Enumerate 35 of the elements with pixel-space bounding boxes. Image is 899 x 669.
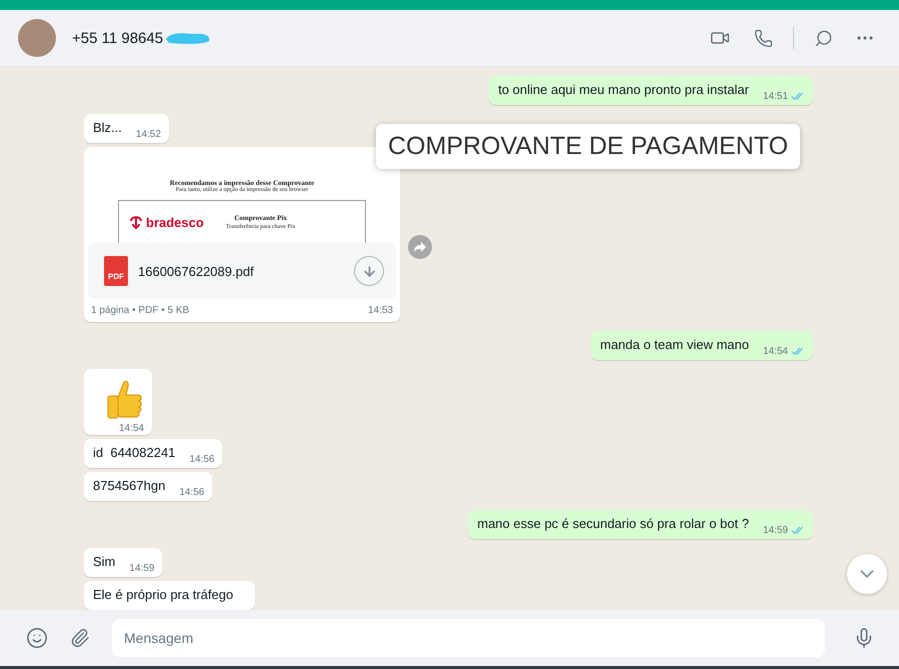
file-name: 1660067622089.pdf <box>138 264 255 278</box>
download-button[interactable] <box>354 256 384 286</box>
contact-avatar[interactable] <box>18 19 56 57</box>
smiley-icon <box>26 627 48 649</box>
paperclip-icon <box>70 628 90 648</box>
message-text: manda o team view mano <box>600 337 749 354</box>
message-time: 14:54 <box>118 423 144 434</box>
file-meta: 1 página • PDF • 5 KB <box>91 305 190 316</box>
message-input[interactable]: Mensagem <box>112 619 825 657</box>
more-icon <box>857 36 873 40</box>
message-text: Ele é próprio pra tráfego <box>93 587 234 604</box>
search-icon <box>814 28 833 48</box>
caption-label: COMPROVANTE DE PAGAMENTO <box>376 124 800 169</box>
message-text: to online aqui meu mano pronto pra instalar <box>498 82 749 99</box>
message-text: 8754567hgn <box>93 478 166 495</box>
message-text: Blz... <box>93 120 122 137</box>
message-time: 14:53 <box>368 305 393 316</box>
bank-name: bradesco <box>146 214 204 230</box>
phone-icon <box>754 28 773 48</box>
forward-arrow-icon <box>413 240 427 252</box>
bank-logo-icon <box>129 214 143 230</box>
file-type-badge: PDF <box>104 256 128 286</box>
message-text: Sim <box>93 554 116 571</box>
message-text: mano esse pc é secundario só pra rolar o bot ? <box>477 516 749 533</box>
file-bar[interactable]: PDF 1660067622089.pdf <box>88 243 396 299</box>
message-time: 14:56 <box>179 487 204 498</box>
message-time: 14:56 <box>189 454 214 465</box>
message-time: 14:59 <box>762 525 788 536</box>
message-time: 14:51 <box>762 91 788 102</box>
message-text: id 644082241 <box>93 445 176 462</box>
download-arrow-icon <box>362 264 376 278</box>
message-time: 14:59 <box>129 563 154 574</box>
message-time: 14:54 <box>762 346 788 357</box>
message-time: 14:52 <box>136 129 161 140</box>
contact-name[interactable]: +55 11 98645 <box>72 30 164 46</box>
